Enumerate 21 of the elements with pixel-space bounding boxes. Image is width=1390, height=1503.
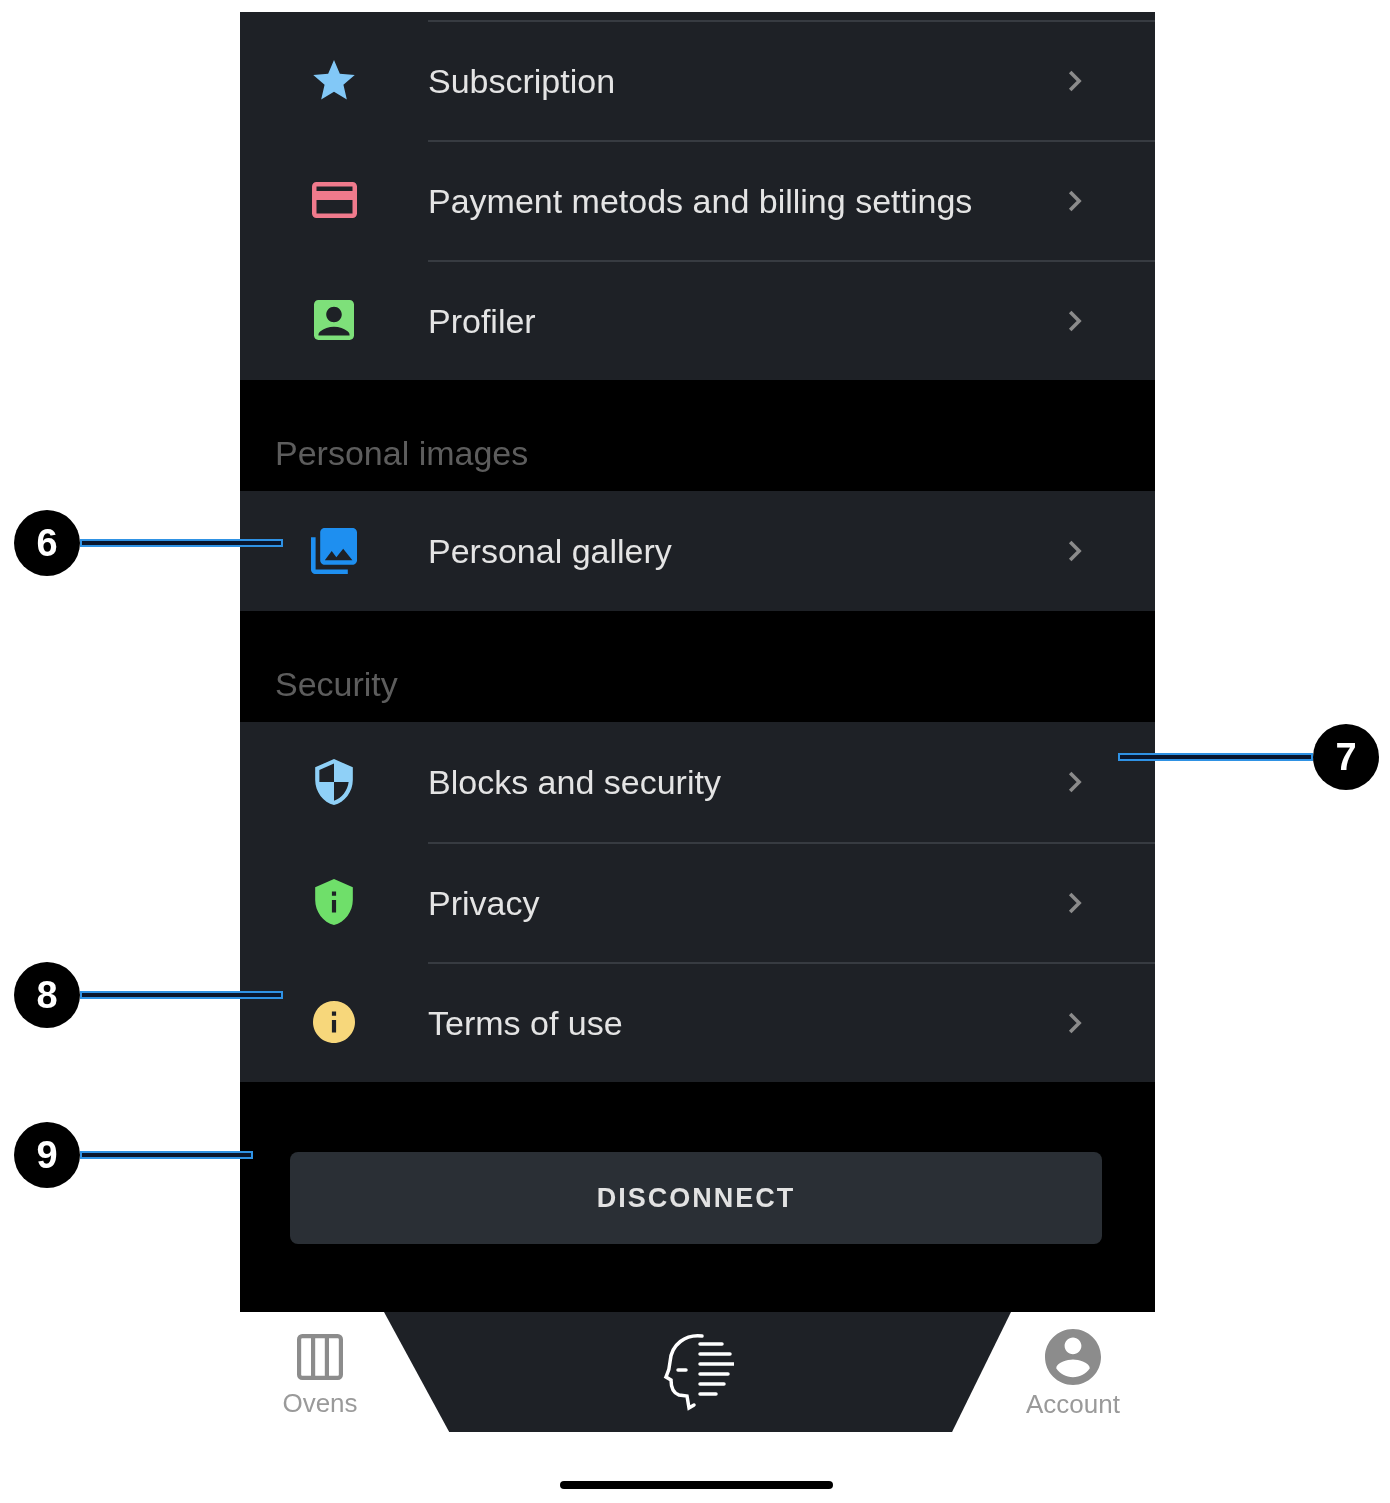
callout-marker: 8 (14, 962, 80, 1028)
chevron-right-icon (1068, 70, 1082, 92)
chevron-right-icon (1068, 540, 1082, 562)
chevron-right-icon (1068, 771, 1082, 793)
disconnect-button[interactable]: DISCONNECT (290, 1152, 1102, 1244)
menu-item[interactable]: Blocks and security (240, 722, 1155, 842)
columns-icon (297, 1334, 343, 1380)
chevron-right-icon (1068, 1012, 1082, 1034)
menu-item[interactable]: Privacy (240, 842, 1155, 962)
menu-item[interactable]: Personal gallery (240, 491, 1155, 611)
callout-marker: 6 (14, 510, 80, 576)
face-logo-icon (661, 1332, 734, 1412)
callout-marker: 9 (14, 1122, 80, 1188)
menu-item[interactable]: Payment metods and billing settings (240, 140, 1155, 260)
menu-item[interactable]: Subscription (240, 20, 1155, 140)
section-header: Security (275, 664, 398, 704)
callout-marker: 7 (1313, 724, 1379, 790)
section-header: Personal images (275, 433, 529, 473)
chevron-right-icon (1068, 310, 1082, 332)
chevron-right-icon (1068, 190, 1082, 212)
chevron-right-icon (1068, 892, 1082, 914)
